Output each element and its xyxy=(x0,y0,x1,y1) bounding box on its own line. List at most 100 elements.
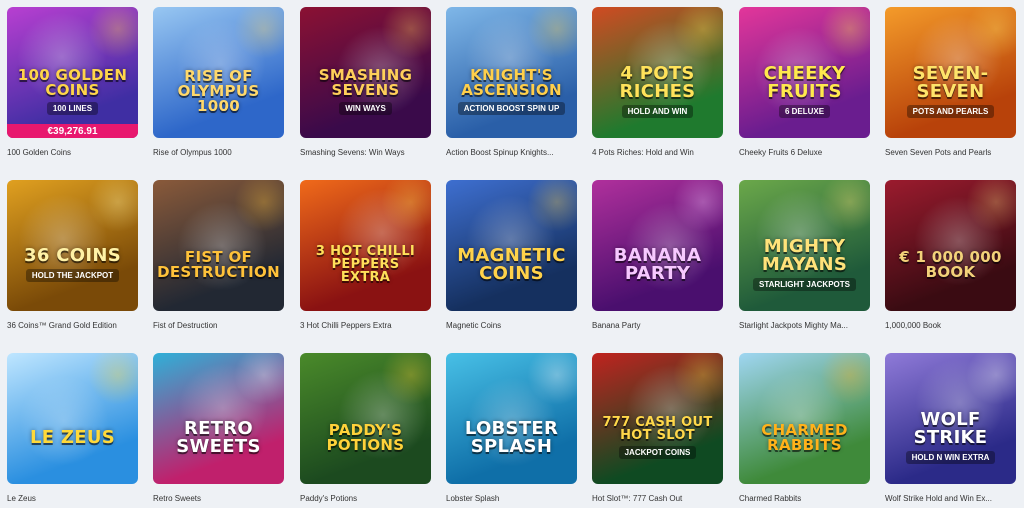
game-artwork: FIST OF DESTRUCTION xyxy=(153,180,284,311)
game-tile[interactable]: MIGHTY MAYANS STARLIGHT JACKPOTS Starlight… xyxy=(739,180,870,330)
game-title[interactable]: Cheeky Fruits 6 Deluxe xyxy=(739,148,870,157)
game-title[interactable]: Hot Slot™: 777 Cash Out xyxy=(592,494,723,503)
game-tile[interactable]: € 1 000 000 BOOK 1,000,000 Book xyxy=(885,180,1016,330)
game-logo-subtitle: JACKPOT COINS xyxy=(618,446,697,459)
game-logo: MIGHTY MAYANS xyxy=(761,236,848,275)
game-thumbnail[interactable]: MIGHTY MAYANS STARLIGHT JACKPOTS xyxy=(739,180,870,311)
game-logo: CHEEKY FRUITS xyxy=(763,63,846,102)
game-tile[interactable]: SMASHING SEVENS WIN WAYS Smashing Sevens: … xyxy=(300,7,431,157)
game-tile[interactable]: BANANA PARTY Banana Party xyxy=(592,180,723,330)
game-title[interactable]: Fist of Destruction xyxy=(153,321,284,330)
game-title[interactable]: Lobster Splash xyxy=(446,494,577,503)
game-logo: SEVEN-SEVEN xyxy=(912,63,989,102)
game-artwork: LE ZEUS xyxy=(7,353,138,484)
game-thumbnail[interactable]: KNIGHT'S ASCENSION ACTION BOOST SPIN UP xyxy=(446,7,577,138)
game-tile[interactable]: MAGNETIC COINS Magnetic Coins xyxy=(446,180,577,330)
game-artwork: MIGHTY MAYANS STARLIGHT JACKPOTS xyxy=(739,180,870,311)
game-artwork: RISE OF OLYMPUS 1000 xyxy=(153,7,284,138)
game-artwork: WOLF STRIKE HOLD N WIN EXTRA xyxy=(885,353,1016,484)
game-thumbnail[interactable]: LE ZEUS xyxy=(7,353,138,484)
game-logo-subtitle: HOLD AND WIN xyxy=(621,105,694,118)
game-thumbnail[interactable]: BANANA PARTY xyxy=(592,180,723,311)
game-tile[interactable]: 4 POTS RICHES HOLD AND WIN 4 Pots Riches: … xyxy=(592,7,723,157)
game-logo: BANANA PARTY xyxy=(613,244,702,284)
game-logo: LE ZEUS xyxy=(29,426,116,448)
game-artwork: € 1 000 000 BOOK xyxy=(885,180,1016,311)
game-tile[interactable]: CHARMED RABBITS Charmed Rabbits xyxy=(739,353,870,503)
game-logo: 3 HOT CHILLI PEPPERS EXTRA xyxy=(315,244,416,285)
game-tile[interactable]: SEVEN-SEVEN POTS AND PEARLS Seven Seven Po… xyxy=(885,7,1016,157)
game-tile[interactable]: 3 HOT CHILLI PEPPERS EXTRA 3 Hot Chilli P… xyxy=(300,180,431,330)
game-title[interactable]: 3 Hot Chilli Peppers Extra xyxy=(300,321,431,330)
game-artwork: RETRO SWEETS xyxy=(153,353,284,484)
game-title[interactable]: Magnetic Coins xyxy=(446,321,577,330)
game-logo: PADDY'S POTIONS xyxy=(326,420,405,454)
game-artwork: 4 POTS RICHES HOLD AND WIN xyxy=(592,7,723,138)
game-title[interactable]: 4 Pots Riches: Hold and Win xyxy=(592,148,723,157)
game-thumbnail[interactable]: LOBSTER SPLASH xyxy=(446,353,577,484)
game-title[interactable]: Seven Seven Pots and Pearls xyxy=(885,148,1016,157)
game-title[interactable]: 100 Golden Coins xyxy=(7,148,138,157)
game-logo-subtitle: POTS AND PEARLS xyxy=(906,105,995,118)
game-logo: 777 CASH OUT HOT SLOT xyxy=(602,415,713,443)
game-thumbnail[interactable]: RETRO SWEETS xyxy=(153,353,284,484)
game-title[interactable]: Charmed Rabbits xyxy=(739,494,870,503)
game-logo: 36 COINS xyxy=(24,245,121,266)
game-tile[interactable]: PADDY'S POTIONS Paddy's Potions xyxy=(300,353,431,503)
game-logo: SMASHING SEVENS xyxy=(318,66,413,99)
game-logo: KNIGHT'S ASCENSION xyxy=(461,66,562,99)
game-title[interactable]: Starlight Jackpots Mighty Ma... xyxy=(739,321,870,330)
game-thumbnail[interactable]: 100 GOLDEN COINS 100 LINES €39,276.91 xyxy=(7,7,138,138)
game-tile[interactable]: KNIGHT'S ASCENSION ACTION BOOST SPIN UP Ac… xyxy=(446,7,577,157)
game-title[interactable]: Banana Party xyxy=(592,321,723,330)
game-tile[interactable]: RISE OF OLYMPUS 1000 Rise of Olympus 1000 xyxy=(153,7,284,157)
game-artwork: MAGNETIC COINS xyxy=(446,180,577,311)
game-title[interactable]: Le Zeus xyxy=(7,494,138,503)
game-tile[interactable]: FIST OF DESTRUCTION Fist of Destruction xyxy=(153,180,284,330)
game-tile[interactable]: CHEEKY FRUITS 6 DELUXE Cheeky Fruits 6 Del… xyxy=(739,7,870,157)
game-title[interactable]: 36 Coins™ Grand Gold Edition xyxy=(7,321,138,330)
game-artwork: BANANA PARTY xyxy=(592,180,723,311)
game-logo: MAGNETIC COINS xyxy=(457,244,566,284)
game-thumbnail[interactable]: FIST OF DESTRUCTION xyxy=(153,180,284,311)
game-thumbnail[interactable]: SMASHING SEVENS WIN WAYS xyxy=(300,7,431,138)
game-thumbnail[interactable]: WOLF STRIKE HOLD N WIN EXTRA xyxy=(885,353,1016,484)
game-logo-subtitle: HOLD THE JACKPOT xyxy=(25,269,120,282)
jackpot-amount: €39,276.91 xyxy=(7,124,138,138)
game-tile[interactable]: LOBSTER SPLASH Lobster Splash xyxy=(446,353,577,503)
game-thumbnail[interactable]: RISE OF OLYMPUS 1000 xyxy=(153,7,284,138)
game-tile[interactable]: LE ZEUS Le Zeus xyxy=(7,353,138,503)
game-tile[interactable]: 100 GOLDEN COINS 100 LINES €39,276.91 100 G… xyxy=(7,7,138,157)
game-thumbnail[interactable]: CHEEKY FRUITS 6 DELUXE xyxy=(739,7,870,138)
game-thumbnail[interactable]: SEVEN-SEVEN POTS AND PEARLS xyxy=(885,7,1016,138)
game-thumbnail[interactable]: € 1 000 000 BOOK xyxy=(885,180,1016,311)
game-title[interactable]: Smashing Sevens: Win Ways xyxy=(300,148,431,157)
game-title[interactable]: Rise of Olympus 1000 xyxy=(153,148,284,157)
game-thumbnail[interactable]: MAGNETIC COINS xyxy=(446,180,577,311)
game-logo: 4 POTS RICHES xyxy=(619,63,696,102)
game-logo: RETRO SWEETS xyxy=(176,417,261,457)
game-tile[interactable]: RETRO SWEETS Retro Sweets xyxy=(153,353,284,503)
game-title[interactable]: Wolf Strike Hold and Win Ex... xyxy=(885,494,1016,503)
game-thumbnail[interactable]: 4 POTS RICHES HOLD AND WIN xyxy=(592,7,723,138)
game-thumbnail[interactable]: 36 COINS HOLD THE JACKPOT xyxy=(7,180,138,311)
game-title[interactable]: Retro Sweets xyxy=(153,494,284,503)
game-thumbnail[interactable]: CHARMED RABBITS xyxy=(739,353,870,484)
game-logo: CHARMED RABBITS xyxy=(761,420,848,454)
game-thumbnail[interactable]: 3 HOT CHILLI PEPPERS EXTRA xyxy=(300,180,431,311)
game-title[interactable]: Paddy's Potions xyxy=(300,494,431,503)
game-logo: WOLF STRIKE xyxy=(913,409,988,448)
game-title[interactable]: 1,000,000 Book xyxy=(885,321,1016,330)
game-logo-subtitle: 100 LINES xyxy=(46,102,99,115)
game-tile[interactable]: WOLF STRIKE HOLD N WIN EXTRA Wolf Strike H… xyxy=(885,353,1016,503)
game-artwork: PADDY'S POTIONS xyxy=(300,353,431,484)
game-artwork: 777 CASH OUT HOT SLOT JACKPOT COINS xyxy=(592,353,723,484)
game-tile[interactable]: 36 COINS HOLD THE JACKPOT 36 Coins™ Grand … xyxy=(7,180,138,330)
game-thumbnail[interactable]: 777 CASH OUT HOT SLOT JACKPOT COINS xyxy=(592,353,723,484)
game-logo-subtitle: 6 DELUXE xyxy=(778,105,831,118)
game-tile[interactable]: 777 CASH OUT HOT SLOT JACKPOT COINS Hot Sl… xyxy=(592,353,723,503)
game-logo: 100 GOLDEN COINS xyxy=(17,66,128,99)
game-logo-subtitle: STARLIGHT JACKPOTS xyxy=(753,278,856,291)
game-thumbnail[interactable]: PADDY'S POTIONS xyxy=(300,353,431,484)
game-title[interactable]: Action Boost Spinup Knights... xyxy=(446,148,577,157)
